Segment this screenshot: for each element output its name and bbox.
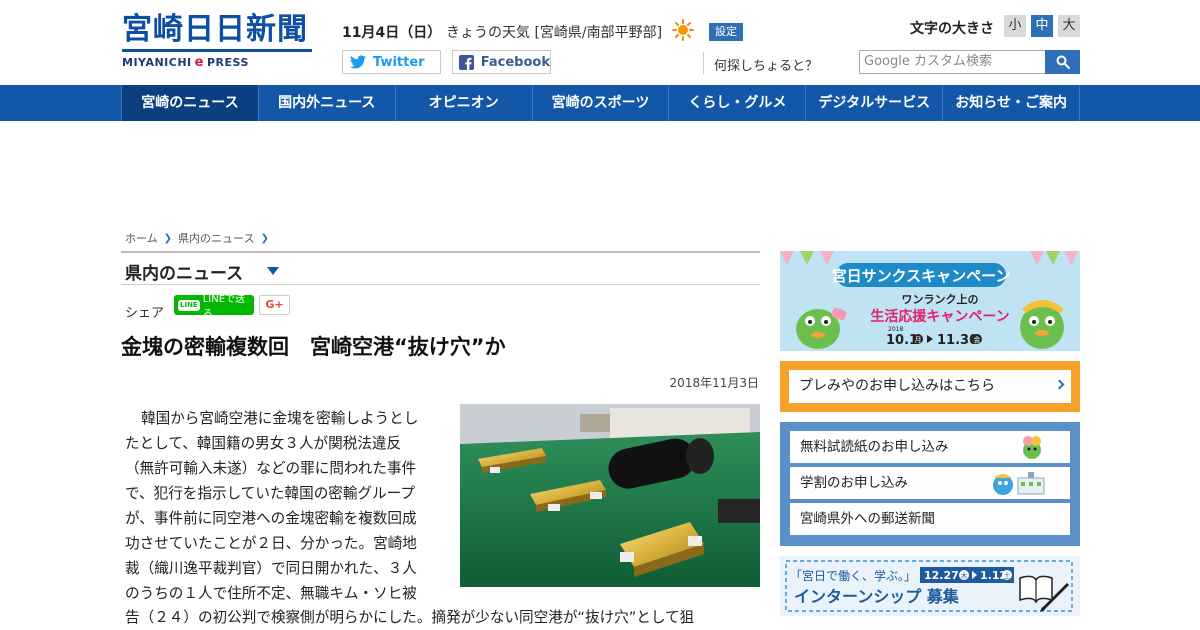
- article-line: のうちの１人で住所不定、無職キム・ソヒ被: [125, 585, 417, 602]
- breadcrumb-home[interactable]: ホーム: [125, 230, 158, 246]
- premium-signup-link[interactable]: プレみやのお申し込みはこちら: [789, 370, 1071, 403]
- article-line: （無許可輸入未遂）などの罪に問われた事件: [125, 460, 417, 477]
- main-nav: 宮崎のニュース 国内外ニュース オピニオン 宮崎のスポーツ くらし・グルメ デジ…: [0, 85, 1200, 121]
- free-trial-label: 無料試読紙のお申し込み: [800, 439, 949, 455]
- nav-item-miyazaki-news[interactable]: 宮崎のニュース: [121, 85, 259, 121]
- font-size-medium-button[interactable]: 中: [1031, 15, 1053, 37]
- article-photo[interactable]: [460, 404, 760, 587]
- facebook-button[interactable]: Facebook: [452, 50, 551, 74]
- logo-title: 宮崎日日新聞: [122, 12, 308, 47]
- article-date: 2018年11月3日: [669, 376, 759, 390]
- banner-from-day: 月: [915, 336, 922, 344]
- header-divider: [703, 52, 704, 74]
- search-icon: [1056, 55, 1070, 69]
- student-discount-label: 学割のお申し込み: [800, 475, 908, 491]
- article-headline: 金塊の密輸複数回 宮崎空港“抜け穴”か: [121, 335, 506, 359]
- article-line: 裁（織川逸平裁判官）で同日開かれた、３人: [125, 560, 417, 577]
- banner-line1: ワンランク上の: [902, 292, 979, 306]
- twitter-label: Twitter: [373, 54, 425, 70]
- intern-day-from: 木: [961, 571, 968, 580]
- intern-date-from: 12.27: [924, 569, 959, 582]
- logo-underline: [122, 49, 312, 52]
- site-header: 宮崎日日新聞 MIYANICHI e PRESS 11月4日（日） きょうの天気…: [0, 0, 1200, 85]
- school-mascot-icon: [993, 472, 1045, 495]
- article-line: 韓国から宮崎空港に金塊を密輸しようとし: [141, 410, 419, 427]
- campaign-banner[interactable]: 宮日サンクスキャンペーン ワンランク上の 生活応援キャンペーン 2018 10.…: [780, 251, 1080, 351]
- article-line: で、犯行を指示していた韓国の密輸グループ: [125, 485, 415, 502]
- today-date: 11月4日（日）: [342, 25, 442, 41]
- facebook-icon: [459, 53, 475, 71]
- premium-signup-box: プレみやのお申し込みはこちら: [780, 361, 1080, 412]
- article-line: が、事件前に同空港への金塊密輸を複数回成: [125, 510, 417, 527]
- chevron-right-icon: [1054, 379, 1065, 390]
- mascot-right-icon: [1020, 300, 1064, 349]
- subscription-links-box: 無料試読紙のお申し込み 学割のお申し込み 宮崎県外への郵送新聞: [780, 422, 1080, 546]
- share-label: シェア: [125, 306, 165, 321]
- section-title[interactable]: 県内のニュース: [125, 259, 243, 284]
- free-trial-link[interactable]: 無料試読紙のお申し込み: [790, 431, 1070, 463]
- facebook-label: Facebook: [480, 54, 550, 70]
- twitter-icon: [349, 53, 367, 71]
- article-line: たとして、韓国籍の男女３人が関税法違反: [125, 435, 402, 452]
- sun-icon: [672, 19, 694, 41]
- twitter-button[interactable]: Twitter: [342, 50, 441, 74]
- intern-tagline: 「宮日で働く、学ぶ。」: [790, 568, 916, 583]
- banner-to-day: 金: [974, 335, 981, 344]
- article-line: 功させていたことが２日、分かった。宮崎地: [125, 535, 417, 552]
- logo-subtitle: MIYANICHI e PRESS: [122, 55, 314, 70]
- nav-item-digital[interactable]: デジタルサービス: [806, 85, 944, 121]
- font-size-label: 文字の大きさ: [910, 21, 994, 37]
- search-input[interactable]: Google カスタム検索: [859, 50, 1046, 74]
- line-share-label: LINEで送る: [202, 294, 246, 320]
- internship-banner[interactable]: 「宮日で働く、学ぶ。」 12.27 木 1.12 土 インターンシップ 募集: [780, 556, 1080, 616]
- nav-item-domestic-world[interactable]: 国内外ニュース: [259, 85, 396, 121]
- logo-sub-right: PRESS: [206, 56, 249, 69]
- logo-sub-e: e: [194, 55, 204, 70]
- section-header: 県内のニュース: [121, 251, 760, 285]
- logo-sub-left: MIYANICHI: [122, 56, 192, 69]
- banner-line2: 生活応援キャンペーン: [870, 308, 1009, 325]
- breadcrumb-current[interactable]: 県内のニュース: [178, 230, 254, 246]
- banner-year: 2018: [888, 326, 903, 333]
- article-body: 韓国から宮崎空港に金塊を密輸しようとし たとして、韓国籍の男女３人が関税法違反 …: [125, 406, 447, 606]
- student-discount-link[interactable]: 学割のお申し込み: [790, 467, 1070, 499]
- main-nav-items: 宮崎のニュース 国内外ニュース オピニオン 宮崎のスポーツ くらし・グルメ デジ…: [121, 85, 1081, 121]
- article-line: 告（２４）の初公判で検察側が明らかにした。摘発が少ない同空港が“抜け穴”として狙: [125, 609, 695, 626]
- nav-item-lifestyle[interactable]: くらし・グルメ: [669, 85, 807, 121]
- chevron-right-icon: ❯: [260, 232, 269, 244]
- google-plus-button[interactable]: G+: [259, 295, 290, 315]
- mascot-icon: [1023, 436, 1041, 459]
- nav-item-info[interactable]: お知らせ・ご案内: [943, 85, 1081, 121]
- mail-delivery-link[interactable]: 宮崎県外への郵送新聞: [790, 503, 1070, 535]
- banner-title: 宮日サンクスキャンペーン: [832, 267, 1011, 285]
- intern-title: インターンシップ 募集: [794, 587, 960, 606]
- premium-signup-label: プレみやのお申し込みはこちら: [799, 378, 995, 394]
- font-size-large-button[interactable]: 大: [1058, 15, 1080, 37]
- font-size-small-button[interactable]: 小: [1004, 15, 1026, 37]
- mail-delivery-label: 宮崎県外への郵送新聞: [800, 511, 935, 527]
- banner-date-to: 11.30: [937, 333, 978, 348]
- search-question: 何探しちょると？: [714, 59, 819, 74]
- nav-item-opinion[interactable]: オピニオン: [396, 85, 533, 121]
- site-logo[interactable]: 宮崎日日新聞 MIYANICHI e PRESS: [122, 12, 314, 70]
- weather-text: きょうの天気 [宮崎県/南部平野部]: [446, 25, 663, 41]
- intern-day-to: 土: [1004, 571, 1011, 580]
- search-button[interactable]: [1045, 50, 1080, 74]
- line-icon: LINE: [178, 299, 200, 311]
- page: 宮崎日日新聞 MIYANICHI e PRESS 11月4日（日） きょうの天気…: [0, 0, 1200, 630]
- weather-settings-button[interactable]: 設定: [709, 23, 743, 41]
- breadcrumb: ホーム ❯ 県内のニュース ❯: [125, 230, 275, 246]
- nav-item-sports[interactable]: 宮崎のスポーツ: [533, 85, 670, 121]
- caret-down-icon[interactable]: [267, 267, 279, 275]
- chevron-right-icon: ❯: [163, 232, 173, 244]
- line-share-button[interactable]: LINE LINEで送る: [174, 294, 254, 320]
